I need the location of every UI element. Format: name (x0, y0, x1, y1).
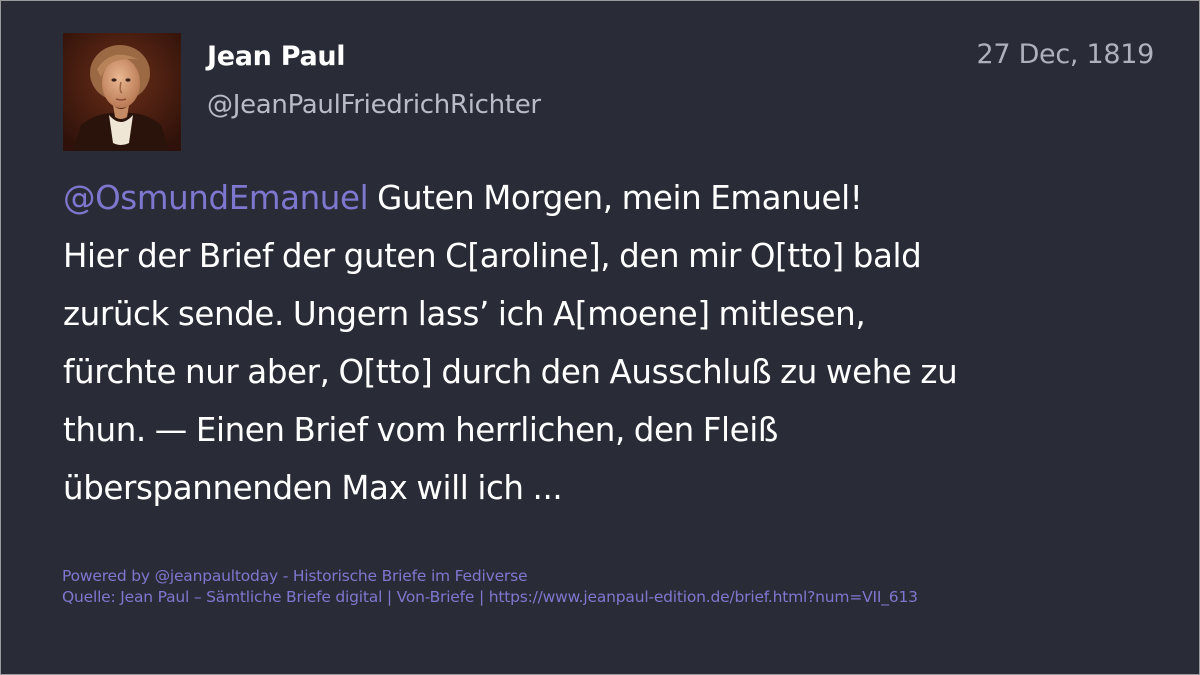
post-line: Guten Morgen, mein Emanuel! (368, 179, 863, 217)
post-text: @OsmundEmanuel Guten Morgen, mein Emanue… (63, 169, 1148, 517)
portrait-avatar-icon (63, 33, 181, 151)
post-line: zurück sende. Ungern lass’ ich A[moene] … (63, 295, 866, 333)
author-display-name[interactable]: Jean Paul (207, 41, 346, 72)
powered-by-link[interactable]: Powered by @jeanpaultoday - Historische … (62, 566, 918, 587)
footer: Powered by @jeanpaultoday - Historische … (62, 566, 918, 608)
post-date: 27 Dec, 1819 (976, 39, 1155, 70)
source-link[interactable]: Quelle: Jean Paul – Sämtliche Briefe dig… (62, 587, 918, 608)
mention-link[interactable]: @OsmundEmanuel (63, 179, 369, 217)
author-handle[interactable]: @JeanPaulFriedrichRichter (207, 90, 541, 120)
post-line: fürchte nur aber, O[tto] durch den Aussc… (63, 353, 958, 391)
avatar[interactable] (63, 33, 181, 151)
post-card: Jean Paul @JeanPaulFriedrichRichter 27 D… (0, 0, 1200, 675)
post-line: Hier der Brief der guten C[aroline], den… (63, 237, 922, 275)
post-line: thun. — Einen Brief vom herrlichen, den … (63, 411, 778, 449)
post-line: überspannenden Max will ich ... (63, 469, 563, 507)
